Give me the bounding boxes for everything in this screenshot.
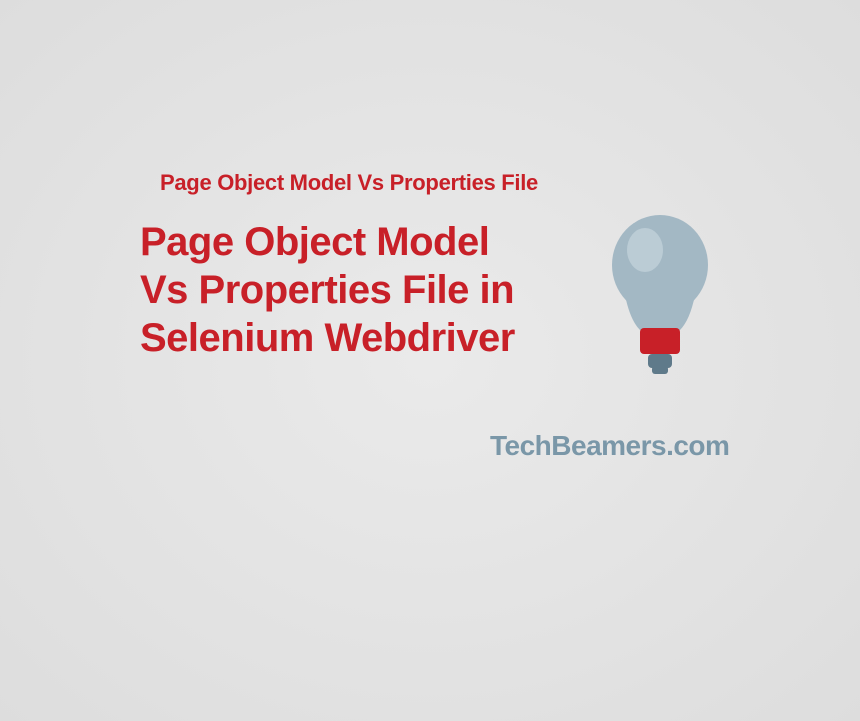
- page-subtitle: Page Object Model Vs Properties File: [160, 170, 740, 196]
- site-brand: TechBeamers.com: [490, 430, 729, 462]
- lightbulb-icon: [600, 210, 720, 390]
